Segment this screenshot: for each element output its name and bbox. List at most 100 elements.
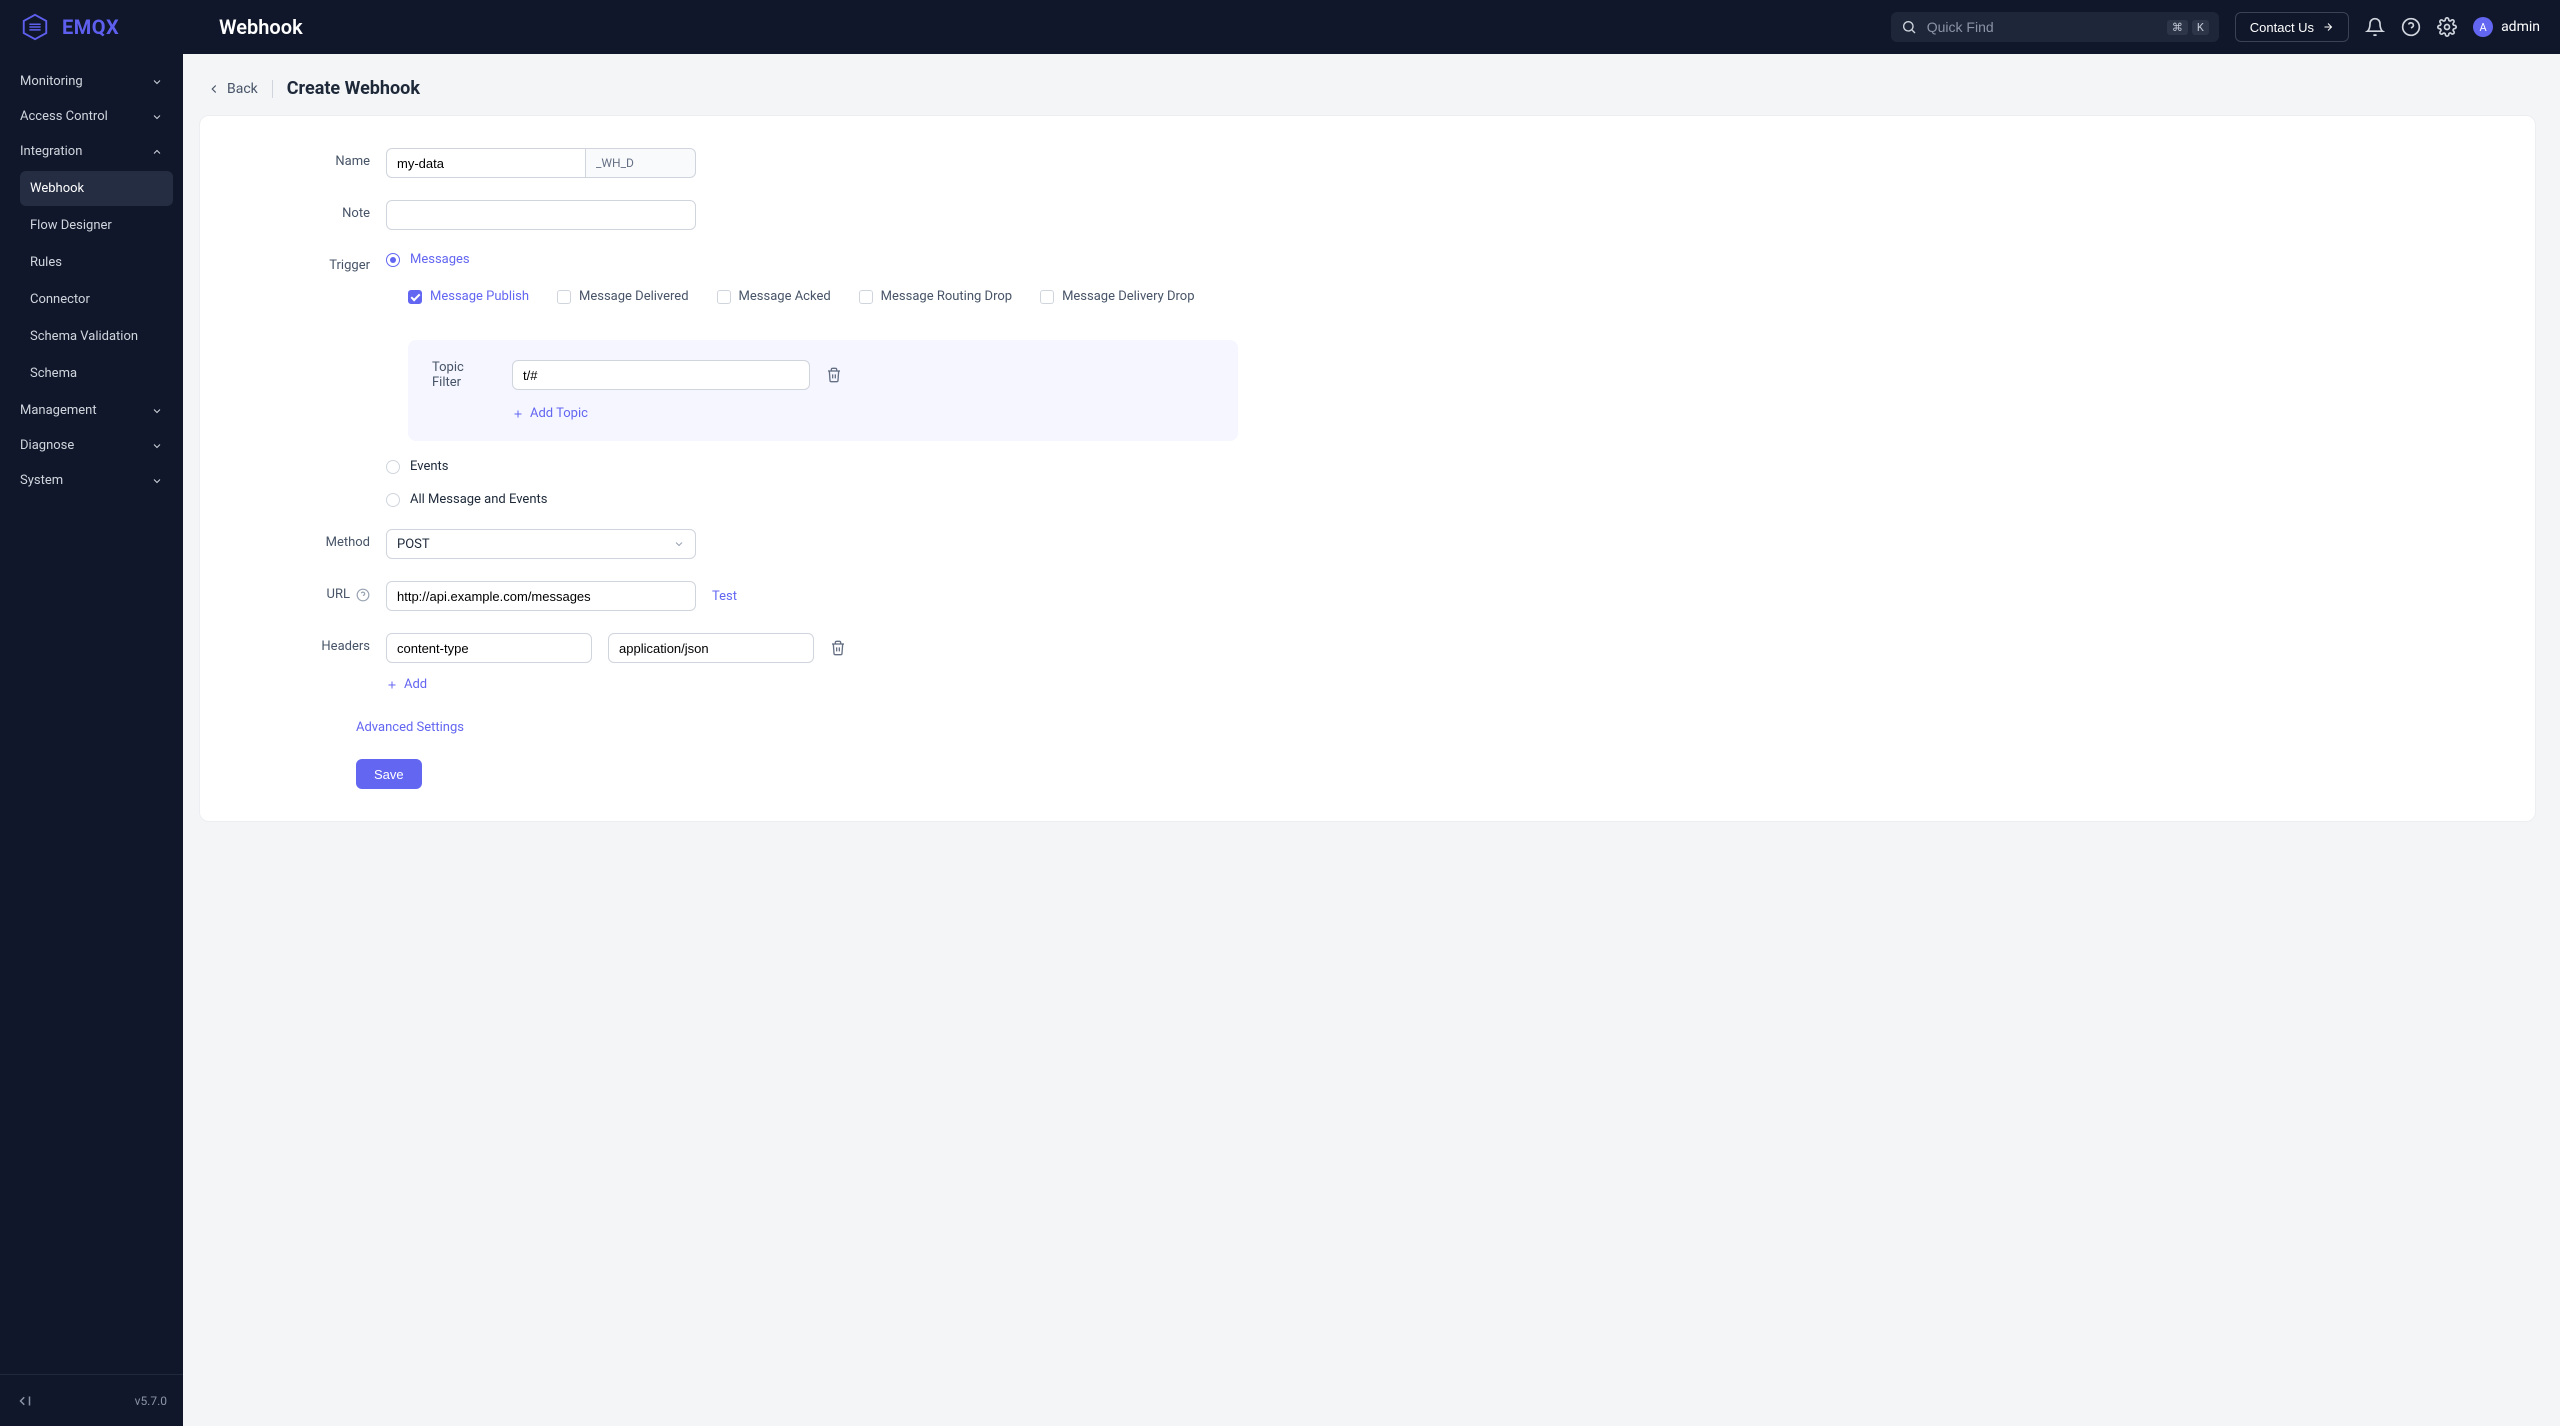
label-trigger: Trigger: [240, 252, 386, 273]
label-method: Method: [240, 529, 386, 550]
search-box[interactable]: ⌘ K: [1891, 12, 2219, 42]
topic-filter-panel: Topic Filter Add Topic: [408, 340, 1238, 441]
radio-icon: [386, 460, 400, 474]
checkbox-label: Message Routing Drop: [881, 289, 1012, 304]
save-button[interactable]: Save: [356, 759, 422, 789]
sidebar-item-schema[interactable]: Schema: [20, 356, 173, 391]
nav-group-system[interactable]: System: [10, 463, 173, 498]
version-label: v5.7.0: [135, 1394, 167, 1408]
chevron-down-icon: [151, 475, 163, 487]
sidebar-item-webhook[interactable]: Webhook: [20, 171, 173, 206]
add-topic-link[interactable]: Add Topic: [512, 406, 1214, 421]
checkbox-label: Message Delivered: [579, 289, 689, 304]
help-circle-icon[interactable]: [356, 588, 370, 602]
sidebar-item-flow-designer[interactable]: Flow Designer: [20, 208, 173, 243]
nav-group-label: Monitoring: [20, 74, 83, 89]
sidebar-item-schema-validation[interactable]: Schema Validation: [20, 319, 173, 354]
checkbox-icon: [717, 290, 731, 304]
header-value-input[interactable]: [608, 633, 814, 663]
kbd-cmd: ⌘: [2167, 20, 2188, 35]
arrow-right-icon: [2322, 21, 2334, 33]
nav-group-label: Management: [20, 403, 97, 418]
radio-label: Messages: [410, 252, 470, 267]
back-label: Back: [227, 81, 258, 97]
sidebar-item-rules[interactable]: Rules: [20, 245, 173, 280]
search-shortcut: ⌘ K: [2167, 20, 2209, 35]
trigger-option-all-message-and-events[interactable]: All Message and Events: [386, 492, 2495, 507]
contact-label: Contact Us: [2250, 20, 2314, 35]
chevron-left-icon: [207, 82, 221, 96]
sidebar: Monitoring Access Control Integration Webho…: [0, 54, 183, 1426]
add-header-link[interactable]: Add: [386, 677, 846, 692]
nav-group-management[interactable]: Management: [10, 393, 173, 428]
label-headers: Headers: [240, 633, 386, 654]
radio-label: Events: [410, 459, 448, 474]
url-label-text: URL: [327, 587, 350, 602]
plus-icon: [512, 408, 524, 420]
chevron-up-icon: [151, 146, 163, 158]
user-menu[interactable]: A admin: [2473, 17, 2540, 37]
name-input-group: _WH_D: [386, 148, 696, 178]
help-icon[interactable]: [2401, 17, 2421, 37]
method-select[interactable]: POST: [386, 529, 696, 559]
main-heading: Create Webhook: [287, 78, 420, 99]
checkbox-message-delivery-drop[interactable]: Message Delivery Drop: [1040, 289, 1194, 304]
header-key-input[interactable]: [386, 633, 592, 663]
gear-icon[interactable]: [2437, 17, 2457, 37]
radio-icon: [386, 493, 400, 507]
label-name: Name: [240, 148, 386, 169]
form-card: Name _WH_D Note Trigger: [199, 115, 2536, 822]
trash-icon[interactable]: [826, 367, 842, 383]
chevron-down-icon: [151, 405, 163, 417]
trash-icon[interactable]: [830, 640, 846, 656]
label-topic-filter: Topic Filter: [432, 360, 496, 390]
search-input[interactable]: [1927, 19, 2157, 35]
checkbox-message-acked[interactable]: Message Acked: [717, 289, 831, 304]
bell-icon[interactable]: [2365, 17, 2385, 37]
checkbox-icon: [859, 290, 873, 304]
test-link[interactable]: Test: [712, 589, 737, 604]
nav-group-diagnose[interactable]: Diagnose: [10, 428, 173, 463]
checkbox-message-publish[interactable]: Message Publish: [408, 289, 529, 304]
nav-group-monitoring[interactable]: Monitoring: [10, 64, 173, 99]
radio-label: All Message and Events: [410, 492, 547, 507]
checkbox-icon: [408, 290, 422, 304]
breadcrumb: Back Create Webhook: [183, 54, 2552, 115]
nav-group-label: Integration: [20, 144, 82, 159]
label-note: Note: [240, 200, 386, 221]
plus-icon: [386, 679, 398, 691]
radio-icon: [386, 253, 400, 267]
nav-group-access-control[interactable]: Access Control: [10, 99, 173, 134]
logo-area[interactable]: EMQX: [20, 12, 183, 42]
nav-group-integration[interactable]: Integration: [10, 134, 173, 169]
back-link[interactable]: Back: [207, 81, 258, 97]
collapse-sidebar-icon[interactable]: [16, 1392, 34, 1410]
checkbox-label: Message Acked: [739, 289, 831, 304]
chevron-down-icon: [673, 538, 685, 550]
note-input[interactable]: [386, 200, 696, 230]
name-input[interactable]: [386, 148, 586, 178]
username: admin: [2501, 19, 2540, 35]
trigger-option-messages[interactable]: Messages: [386, 252, 2495, 267]
advanced-settings-link[interactable]: Advanced Settings: [356, 720, 464, 735]
checkbox-icon: [1040, 290, 1054, 304]
method-value: POST: [397, 537, 430, 552]
nav-group-label: System: [20, 473, 63, 488]
nav-group-label: Diagnose: [20, 438, 74, 453]
checkbox-message-routing-drop[interactable]: Message Routing Drop: [859, 289, 1012, 304]
checkbox-label: Message Delivery Drop: [1062, 289, 1194, 304]
checkbox-message-delivered[interactable]: Message Delivered: [557, 289, 689, 304]
sidebar-item-connector[interactable]: Connector: [20, 282, 173, 317]
logo-icon: [20, 12, 50, 42]
checkbox-label: Message Publish: [430, 289, 529, 304]
kbd-k: K: [2192, 20, 2209, 35]
sidebar-footer: v5.7.0: [0, 1374, 183, 1426]
chevron-down-icon: [151, 111, 163, 123]
topbar: EMQX Webhook ⌘ K Contact Us A admin: [0, 0, 2560, 54]
url-input[interactable]: [386, 581, 696, 611]
contact-us-button[interactable]: Contact Us: [2235, 12, 2349, 42]
trigger-option-events[interactable]: Events: [386, 459, 2495, 474]
topic-filter-input[interactable]: [512, 360, 810, 390]
search-icon: [1901, 19, 1917, 35]
checkbox-icon: [557, 290, 571, 304]
